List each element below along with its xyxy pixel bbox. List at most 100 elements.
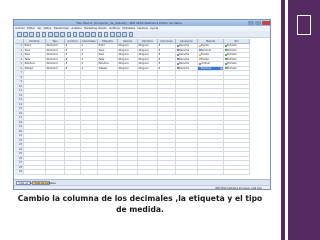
redo-icon[interactable] <box>48 32 53 37</box>
cell-text: 8 <box>65 57 68 61</box>
cell-text: 5 <box>20 62 22 65</box>
cell-text: 8 <box>158 66 161 70</box>
menu-item-6[interactable]: Marketing directo <box>84 27 107 30</box>
cell-text: 8 <box>158 44 161 47</box>
cell-text: Peso <box>98 53 105 56</box>
cell-text: Ninguna <box>118 44 129 47</box>
variables-icon[interactable] <box>66 32 72 37</box>
split-file-icon[interactable] <box>91 32 96 37</box>
cell-text: Escala <box>201 53 209 56</box>
print-icon[interactable] <box>29 32 34 37</box>
minimize-button[interactable] <box>248 20 254 25</box>
empty-cell[interactable] <box>98 170 118 175</box>
goto-variable-icon[interactable] <box>60 32 65 37</box>
cell-text: Derecha <box>179 44 190 47</box>
empty-cell[interactable] <box>224 170 250 175</box>
dialog-recall-icon[interactable] <box>35 32 41 37</box>
menu-item-9[interactable]: Ventana <box>137 27 148 30</box>
empty-cell[interactable] <box>176 170 198 175</box>
open-icon[interactable] <box>17 32 22 37</box>
menu-item-4[interactable]: Transformar <box>54 27 70 30</box>
cell-text: Nominal <box>201 66 211 70</box>
cell-text: 0 <box>81 62 84 65</box>
cell-text: Numérico <box>46 44 59 47</box>
cell-text: Estudios <box>24 62 35 65</box>
close-button[interactable] <box>262 20 270 25</box>
menu-item-1[interactable]: Editar <box>27 27 35 30</box>
cell-text: Escala <box>201 57 209 61</box>
maximize-button[interactable] <box>255 20 261 25</box>
cell-text: 8 <box>158 57 161 61</box>
status-bar: IBM SPSS Statistics Processor está listo <box>14 185 270 189</box>
cell-text: 6 <box>20 66 22 70</box>
cell-text: 0 <box>81 66 84 70</box>
empty-cell[interactable] <box>81 170 98 175</box>
menu-item-0[interactable]: Archivo <box>15 27 25 30</box>
toolbar <box>14 31 270 38</box>
empty-cell[interactable] <box>138 170 158 175</box>
cell-text: Ninguna <box>118 66 129 70</box>
cell-text: 0 <box>81 57 84 61</box>
slide-caption: Cambio la columna de los decimales ,la e… <box>17 194 263 214</box>
weight-cases-icon[interactable] <box>97 32 103 37</box>
use-sets-icon[interactable] <box>116 32 121 37</box>
menu-item-3[interactable]: Datos <box>44 27 52 30</box>
cell-text: Trabajo <box>24 66 34 70</box>
cell-text: 8 <box>65 66 68 70</box>
spss-window: *Sin título1 [Conjunto_de_datos0] - IBM … <box>13 19 271 190</box>
cell-text: 4 <box>20 57 22 61</box>
menu-item-5[interactable]: Analizar <box>71 27 81 30</box>
decorative-frame <box>297 15 311 35</box>
cell-text: Ninguna <box>138 48 149 52</box>
cell-text: Ninguna <box>138 66 149 70</box>
empty-cell[interactable] <box>198 170 224 175</box>
row-number[interactable]: 29 <box>15 170 24 175</box>
empty-cell[interactable] <box>65 170 81 175</box>
menu-item-10[interactable]: Ayuda <box>150 27 158 30</box>
cell-text: Ninguna <box>138 53 149 56</box>
cell-text: Numérico <box>46 66 59 70</box>
empty-cell[interactable] <box>118 170 138 175</box>
cell-text: 8 <box>65 62 68 65</box>
menu-item-2[interactable]: Ver <box>37 27 41 30</box>
empty-cell[interactable] <box>46 170 65 175</box>
cell-text: Edad <box>24 44 31 47</box>
cell-text: Ninguna <box>138 44 149 47</box>
save-icon[interactable] <box>23 32 28 37</box>
cell-text: Ninguna <box>138 57 149 61</box>
cell-text: Sexo <box>24 48 31 52</box>
cell-text: Ordinal <box>201 62 210 65</box>
cell-text: Ninguna <box>118 53 129 56</box>
cell-text: Entrada <box>227 57 237 61</box>
cell-text: 8 <box>158 62 161 65</box>
menu-item-8[interactable]: Utilidades <box>122 27 135 30</box>
insert-variable-icon[interactable] <box>85 32 90 37</box>
value-labels-icon[interactable] <box>110 32 115 37</box>
empty-cell[interactable] <box>24 170 46 175</box>
empty-cell[interactable] <box>158 170 176 175</box>
cell-text: 3 <box>20 53 22 56</box>
variable-grid: Nombre Tipo Anchura Decimales Etiqueta Valore… <box>15 39 270 179</box>
cell-text: Ninguna <box>138 62 149 65</box>
cell-text: 8 <box>65 44 68 47</box>
cell-text: Entrada <box>227 62 237 65</box>
undo-icon[interactable] <box>41 32 47 37</box>
find-icon[interactable] <box>72 32 78 37</box>
cell-text: Ninguna <box>118 48 129 52</box>
dropdown-caret-icon[interactable] <box>220 67 223 71</box>
select-cases-icon[interactable] <box>103 32 109 37</box>
cell-text: Entrada <box>227 44 237 47</box>
spell-check-icon[interactable] <box>128 32 134 37</box>
cell-text: 0 <box>81 44 84 47</box>
cell-text: Trabajo <box>98 66 108 70</box>
show-all-icon[interactable] <box>122 32 127 37</box>
cell-text: Escala <box>201 44 209 47</box>
cell-text: Numérico <box>46 62 59 65</box>
cell-text: Edad <box>98 44 105 47</box>
cell-text: Estudios <box>98 62 109 65</box>
goto-case-icon[interactable] <box>54 32 59 37</box>
cell-text: Entrada <box>227 66 237 70</box>
insert-cases-icon[interactable] <box>79 32 84 37</box>
cell-text: Derecha <box>179 62 190 65</box>
menu-item-7[interactable]: Gráficos <box>109 27 120 30</box>
